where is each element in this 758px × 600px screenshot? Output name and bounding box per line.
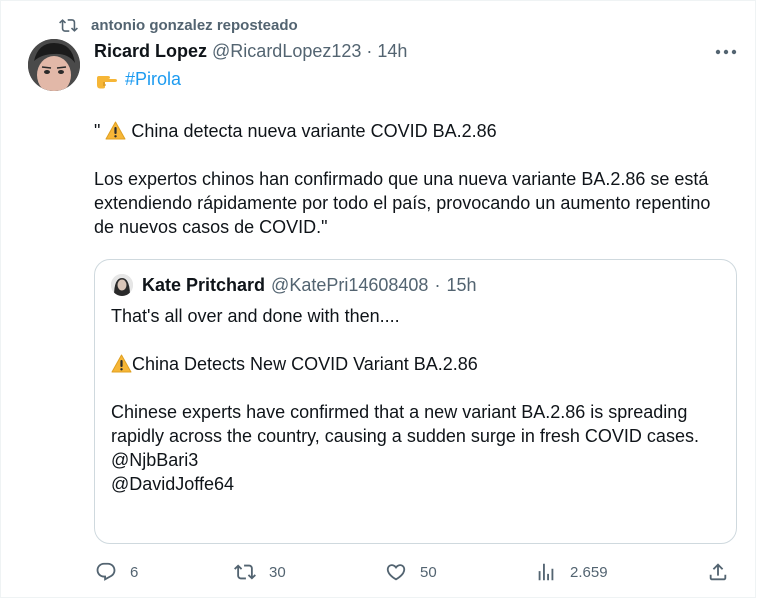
mention-link[interactable]: @NjbBari3 (111, 448, 721, 472)
reply-button[interactable]: 6 (95, 561, 138, 583)
headline-text: China detecta nueva variante COVID BA.2.… (126, 121, 497, 141)
quoted-tweet[interactable]: Kate Pritchard @KatePri14608408 · 15h Th… (94, 259, 737, 544)
like-icon (386, 564, 406, 581)
action-bar: 6 30 50 2.659 (1, 561, 758, 587)
quoted-author-name[interactable]: Kate Pritchard (142, 275, 265, 296)
more-button[interactable] (713, 41, 739, 63)
quoted-text: That's all over and done with then.... C… (111, 304, 721, 496)
pointing-hand-emoji (97, 75, 117, 88)
quoted-header: Kate Pritchard @KatePri14608408 · 15h (111, 274, 476, 296)
quoted-paragraph: Chinese experts have confirmed that a ne… (111, 402, 699, 446)
views-count: 2.659 (570, 563, 608, 581)
quoted-time[interactable]: 15h (446, 275, 476, 296)
warning-emoji (111, 354, 132, 373)
quoted-separator-dot: · (434, 274, 441, 295)
tweet-card[interactable]: antonio gonzalez reposteado Ricard Lopez… (0, 0, 756, 598)
tweet-header: Ricard Lopez @RicardLopez123 · 14h (94, 41, 407, 62)
author-name[interactable]: Ricard Lopez (94, 41, 207, 62)
quote-mark: " (94, 121, 101, 141)
repost-icon (59, 18, 78, 32)
tweet-paragraph: Los expertos chinos han confirmado que u… (94, 169, 711, 237)
share-button[interactable] (707, 561, 729, 583)
repost-context: antonio gonzalez reposteado (59, 15, 298, 35)
repost-button[interactable]: 30 (234, 561, 286, 583)
tweet-text: " China detecta nueva variante COVID BA.… (94, 119, 734, 239)
more-icon (715, 49, 737, 55)
avatar[interactable] (28, 39, 80, 91)
quoted-author-handle[interactable]: @KatePri14608408 (271, 275, 428, 296)
views-button[interactable]: 2.659 (535, 561, 608, 583)
share-icon (709, 563, 727, 581)
like-count: 50 (420, 563, 437, 581)
quoted-headline: China Detects New COVID Variant BA.2.86 (111, 352, 721, 376)
tweet-time[interactable]: 14h (377, 41, 407, 62)
warning-emoji (105, 121, 126, 140)
repost-icon (234, 564, 256, 580)
reply-count: 6 (130, 563, 139, 581)
tweet-headline: " China detecta nueva variante COVID BA.… (94, 119, 734, 143)
views-icon (538, 563, 554, 581)
author-handle[interactable]: @RicardLopez123 (212, 41, 361, 62)
repost-label[interactable]: antonio gonzalez reposteado (91, 17, 298, 34)
reply-icon (96, 562, 116, 581)
quoted-line1: That's all over and done with then.... (111, 306, 400, 326)
repost-count: 30 (269, 563, 286, 581)
like-button[interactable]: 50 (385, 561, 437, 583)
quoted-avatar[interactable] (111, 274, 133, 296)
hashtag-line: #Pirola (95, 69, 181, 90)
quoted-headline-text: China Detects New COVID Variant BA.2.86 (132, 354, 478, 374)
mention-link[interactable]: @DavidJoffe64 (111, 472, 721, 496)
separator-dot: · (366, 41, 373, 61)
hashtag-link[interactable]: #Pirola (125, 69, 181, 90)
